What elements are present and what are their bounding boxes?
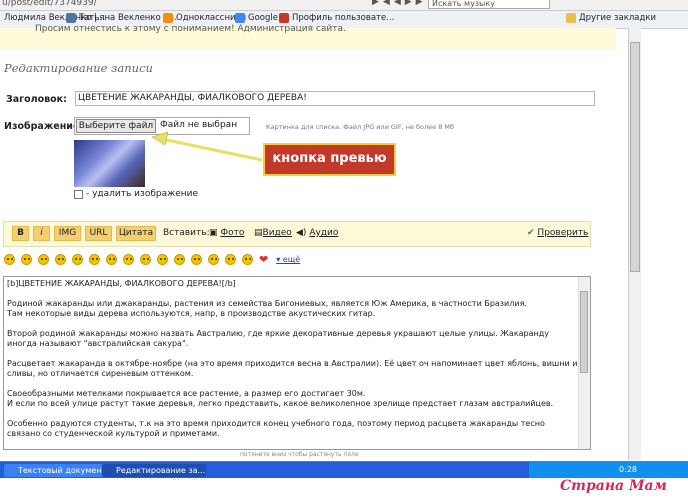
- system-tray: 0:28: [528, 462, 688, 479]
- clock: 0:28: [619, 465, 637, 474]
- music-search-input[interactable]: Искать музыку: [428, 0, 550, 9]
- profile-icon: [279, 13, 289, 23]
- other-bookmarks[interactable]: Другие закладки: [566, 13, 656, 23]
- smiley-icon[interactable]: [89, 254, 100, 265]
- smiley-icon[interactable]: [38, 254, 49, 265]
- bookmark-item[interactable]: Профиль пользовате...: [279, 13, 394, 23]
- notice-banner: Просим отнестись к этому с пониманием! А…: [0, 24, 616, 50]
- check-icon: ✔: [527, 228, 535, 238]
- title-input[interactable]: ЦВЕТЕНИЕ ЖАКАРАНДЫ, ФИАЛКОВОГО ДЕРЕВА!: [75, 91, 595, 106]
- odnoklassniki-icon: [163, 13, 173, 23]
- scrollbar-thumb[interactable]: [580, 291, 588, 373]
- bookmark-item[interactable]: Татьяна Векленко | ...: [66, 13, 177, 23]
- address-bar[interactable]: u/post/edit/7374939/ ▶◀◀▶▶ Искать музыку: [0, 0, 688, 11]
- taskbar: Текстовый докумен... Редактирование за..…: [0, 461, 688, 479]
- title-label: Заголовок:: [6, 94, 67, 105]
- insert-audio[interactable]: ◀) Аудио: [296, 228, 338, 238]
- film-icon: ▤: [254, 228, 263, 238]
- speaker-icon: ◀): [296, 228, 307, 238]
- watermark: Страна Мам: [560, 478, 667, 494]
- url-button[interactable]: URL: [85, 226, 112, 241]
- post-body-text: [b]ЦВЕТЕНИЕ ЖАКАРАНДЫ, ФИАЛКОВОГО ДЕРЕВА…: [7, 279, 578, 438]
- bookmark-item[interactable]: Одноклассники: [163, 13, 246, 23]
- heart-icon[interactable]: ❤: [259, 254, 268, 265]
- insert-label: Вставить:: [163, 228, 210, 238]
- smiley-icon[interactable]: [123, 254, 134, 265]
- more-smileys-link[interactable]: ▾ ещё: [276, 255, 300, 264]
- page-scrollbar[interactable]: [628, 28, 641, 460]
- image-hint: Картинка для списка. Файл JPG или GIF, н…: [266, 123, 455, 131]
- vk-icon: [66, 13, 76, 23]
- camera-icon: ▣: [209, 228, 218, 238]
- img-button[interactable]: IMG: [54, 226, 81, 241]
- resize-hint[interactable]: потяните вниз чтобы растянуть поле: [240, 451, 359, 458]
- url-text: u/post/edit/7374939/: [2, 0, 97, 8]
- preview-callout: кнопка превью: [263, 143, 396, 176]
- editor-toolbar: B i IMG URL Цитата Вставить: ▣ Фото ▤Вид…: [3, 221, 591, 247]
- media-controls[interactable]: ▶◀◀▶▶: [372, 0, 427, 7]
- check-link[interactable]: ✔ Проверить: [527, 228, 588, 238]
- smiley-icon[interactable]: [191, 254, 202, 265]
- smiley-icon[interactable]: [55, 254, 66, 265]
- quote-button[interactable]: Цитата: [116, 226, 156, 241]
- smiley-icon[interactable]: [72, 254, 83, 265]
- task-browser[interactable]: Редактирование за...: [102, 464, 206, 477]
- smiley-icon[interactable]: [140, 254, 151, 265]
- smiley-icon[interactable]: [225, 254, 236, 265]
- smiley-icon[interactable]: [21, 254, 32, 265]
- insert-video[interactable]: ▤Видео: [254, 228, 292, 238]
- smiley-icon[interactable]: [242, 254, 253, 265]
- page-title: Редактирование записи: [4, 61, 153, 75]
- post-body-textarea[interactable]: [b]ЦВЕТЕНИЕ ЖАКАРАНДЫ, ФИАЛКОВОГО ДЕРЕВА…: [3, 276, 591, 450]
- bold-button[interactable]: B: [12, 226, 29, 241]
- bookmark-item[interactable]: Google: [235, 13, 278, 23]
- choose-file-button[interactable]: Выберите файл: [76, 119, 156, 133]
- image-thumbnail: [74, 140, 145, 187]
- google-icon: [235, 13, 245, 23]
- smiley-icon[interactable]: [157, 254, 168, 265]
- folder-icon: [566, 13, 576, 23]
- italic-button[interactable]: i: [33, 226, 50, 241]
- textarea-scrollbar[interactable]: [578, 277, 590, 449]
- task-notepad[interactable]: Текстовый докумен...: [4, 464, 108, 477]
- image-label: Изображение:: [4, 121, 84, 132]
- delete-image-checkbox[interactable]: [74, 189, 83, 199]
- smiley-bar: ❤ ▾ ещё: [4, 254, 300, 265]
- smiley-icon[interactable]: [4, 254, 15, 265]
- smiley-icon[interactable]: [174, 254, 185, 265]
- smiley-icon[interactable]: [106, 254, 117, 265]
- delete-image-row[interactable]: - удалить изображение: [74, 189, 198, 199]
- smiley-icon[interactable]: [208, 254, 219, 265]
- callout-arrow: [151, 131, 263, 162]
- scrollbar-thumb[interactable]: [630, 42, 640, 272]
- insert-photo[interactable]: ▣ Фото: [209, 228, 244, 238]
